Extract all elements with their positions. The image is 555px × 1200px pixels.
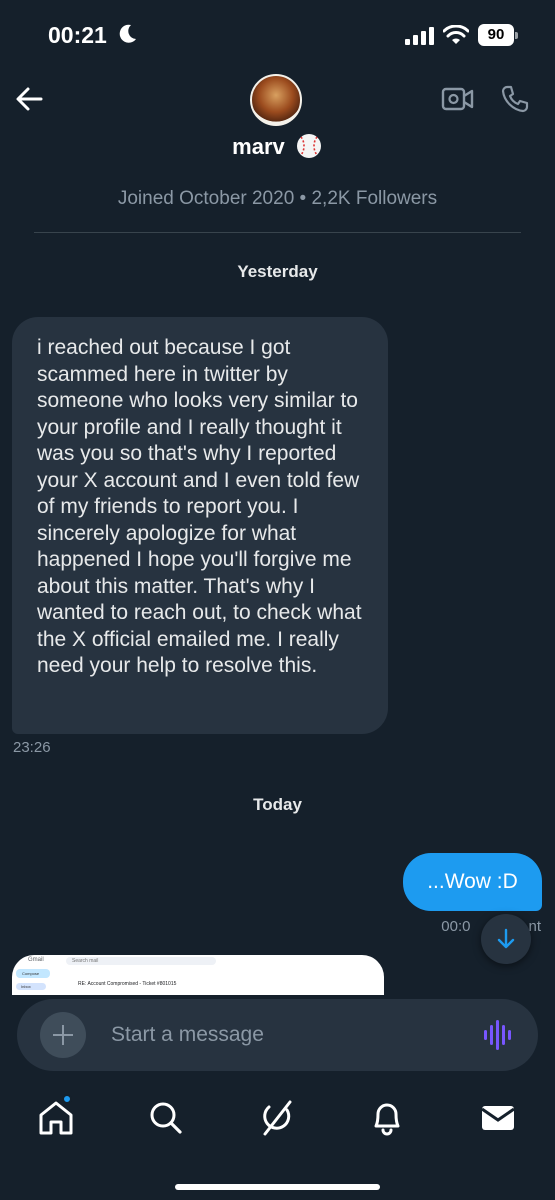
bottom-tab-bar <box>0 1080 555 1200</box>
tab-notifications[interactable] <box>367 1098 407 1138</box>
tab-grok[interactable] <box>257 1098 297 1138</box>
date-separator-today: Today <box>253 795 302 814</box>
header-divider <box>34 232 521 233</box>
preview-compose-button: Compose <box>16 969 50 978</box>
tab-home[interactable] <box>36 1094 76 1138</box>
contact-name-row[interactable]: marv <box>0 132 555 160</box>
conversation-header: marv Joined October 2020 • 2,2K Follower… <box>0 70 555 230</box>
tab-search[interactable] <box>146 1098 186 1138</box>
home-indicator <box>175 1184 380 1190</box>
baseball-emoji-icon <box>296 134 321 158</box>
back-arrow-icon[interactable] <box>14 84 44 114</box>
outgoing-message-bubble[interactable]: ...Wow :D <box>403 853 542 911</box>
unread-dot <box>62 1094 72 1104</box>
incoming-message-text: i reached out because I got scammed here… <box>37 336 362 677</box>
preview-email-subject: RE: Account Compromised - Ticket #801015 <box>78 981 177 987</box>
message-input[interactable] <box>111 1021 451 1049</box>
preview-search-bar: Search mail <box>66 957 216 965</box>
cellular-signal-icon <box>405 27 434 45</box>
preview-inbox-item: Inbox <box>16 983 46 990</box>
message-composer <box>17 999 538 1071</box>
image-attachment-preview[interactable]: Gmail Search mail Compose Inbox RE: Acco… <box>12 955 384 995</box>
do-not-disturb-moon-icon <box>119 24 136 43</box>
outgoing-message-text: ...Wow :D <box>427 870 518 893</box>
add-attachment-button[interactable] <box>40 1012 86 1058</box>
notifications-bell-icon <box>374 1103 400 1136</box>
arrow-down-icon <box>497 928 515 949</box>
phone-call-icon[interactable] <box>500 84 530 114</box>
grok-icon <box>263 1100 292 1136</box>
status-bar: 00:21 90 <box>0 0 555 70</box>
status-time: 00:21 <box>48 22 107 48</box>
tab-messages[interactable] <box>478 1098 518 1138</box>
profile-meta: Joined October 2020 • 2,2K Followers <box>117 188 438 209</box>
outgoing-message-time: 00:0 <box>441 918 471 935</box>
scroll-to-bottom-button[interactable] <box>481 914 531 964</box>
incoming-message-bubble[interactable]: i reached out because I got scammed here… <box>12 317 388 734</box>
messages-envelope-icon <box>481 1106 515 1130</box>
video-call-icon[interactable] <box>441 84 475 114</box>
search-icon <box>150 1102 182 1134</box>
incoming-message-time: 23:26 <box>13 739 51 756</box>
preview-app-name: Gmail <box>28 957 44 963</box>
avatar[interactable] <box>250 74 302 126</box>
date-separator-yesterday: Yesterday <box>237 262 318 281</box>
wifi-icon <box>443 25 469 44</box>
voice-message-icon[interactable] <box>483 1019 513 1051</box>
battery-indicator: 90 <box>478 24 518 46</box>
contact-name: marv <box>232 134 285 159</box>
home-icon <box>39 1101 73 1135</box>
